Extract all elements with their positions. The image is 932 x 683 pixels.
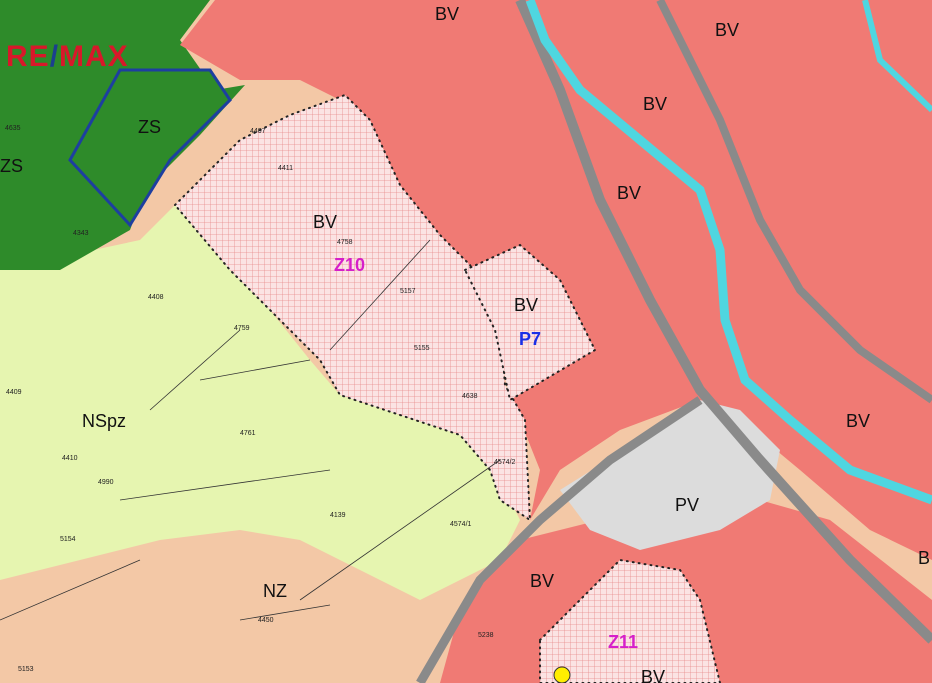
- zone-label-bv-south: BV: [530, 571, 554, 591]
- zone-label-bv-right: BV: [715, 20, 739, 40]
- parcel-number: 5157: [400, 288, 416, 295]
- parcel-number: 4990: [98, 479, 114, 486]
- parcel-number: 4638: [462, 393, 478, 400]
- parcel-number: 5155: [414, 345, 430, 352]
- parcel-number: 4408: [148, 294, 164, 301]
- area-label-z11: Z11: [608, 632, 638, 652]
- zone-label-zs: ZS: [138, 117, 161, 137]
- area-label-p7: P7: [519, 329, 541, 349]
- area-label-z10: Z10: [334, 255, 365, 275]
- parcel-number: 5238: [478, 632, 494, 639]
- parcel-number: 4410: [62, 455, 78, 462]
- zone-label-bv-mid: BV: [643, 94, 667, 114]
- zone-label-bv-z10: BV: [313, 212, 337, 232]
- zone-label-bv-bottom: BV: [641, 667, 665, 683]
- zone-label-bv-top: BV: [435, 4, 459, 24]
- zone-label-zs-left: ZS: [0, 156, 23, 176]
- zone-label-bv-p7: BV: [514, 295, 538, 315]
- parcel-number: 4343: [73, 230, 89, 237]
- parcel-number: 4407: [250, 128, 266, 135]
- parcel-number: 4139: [330, 512, 346, 519]
- zone-label-bv-center: BV: [617, 183, 641, 203]
- zone-label-bv-edge: B: [918, 548, 930, 568]
- parcel-number: 4761: [240, 430, 256, 437]
- parcel-number: 4411: [278, 165, 293, 172]
- zoning-map: BV BV BV BV BV BV BV BV BV B ZS ZS NSpz …: [0, 0, 932, 683]
- parcel-number: 4450: [258, 617, 274, 624]
- parcel-number: 4759: [234, 325, 250, 332]
- zone-label-bv-east: BV: [846, 411, 870, 431]
- zone-label-nspz: NSpz: [82, 411, 126, 431]
- remax-logo: RE/MAX: [6, 40, 129, 73]
- parcel-number: 5154: [60, 536, 76, 543]
- parcel-number: 5153: [18, 666, 34, 673]
- parcel-number: 4574/1: [450, 521, 472, 528]
- zone-label-nz: NZ: [263, 581, 287, 601]
- parcel-number: 4635: [5, 125, 21, 132]
- parcel-number: 4409: [6, 389, 22, 396]
- parcel-number: 4758: [337, 239, 353, 246]
- parcel-number: 4574/2: [494, 459, 516, 466]
- point-marker-icon: [553, 666, 571, 683]
- zone-label-pv: PV: [675, 495, 699, 515]
